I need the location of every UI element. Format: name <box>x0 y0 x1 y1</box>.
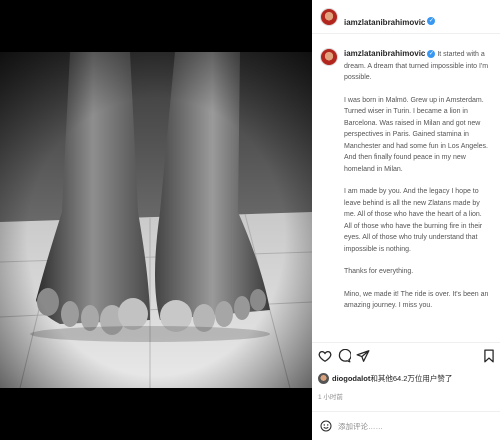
paper-plane-icon[interactable] <box>356 349 370 363</box>
caption-paragraph: Mino, we made it! The ride is over. It's… <box>344 290 489 310</box>
verified-badge-icon: ✓ <box>427 16 436 25</box>
post-image-panel <box>0 0 312 440</box>
comment-bar <box>312 411 500 440</box>
post-timestamp: 1 小时前 <box>318 394 343 401</box>
smiley-icon[interactable] <box>320 420 332 432</box>
liker-username[interactable]: diogodalot <box>332 374 370 383</box>
caption-username[interactable]: iamzlatanibrahimovic <box>344 49 425 58</box>
action-bar <box>312 342 500 368</box>
comment-icon[interactable] <box>337 349 351 363</box>
caption-area: iamzlatanibrahimovic ✓ It started with a … <box>312 34 500 342</box>
author-avatar[interactable] <box>320 8 338 26</box>
caption-paragraph: I am made by you. And the legacy I hope … <box>344 188 483 253</box>
verified-badge-icon: ✓ <box>427 50 436 59</box>
post-sidebar: iamzlatanibrahimovic ✓ iamzlatanibrahimov… <box>312 0 500 440</box>
heart-icon[interactable] <box>318 349 332 363</box>
likes-line: diogodalot和其他64.2万位用户赞了 <box>318 372 498 386</box>
author-username[interactable]: iamzlatanibrahimovic <box>344 18 425 27</box>
bookmark-icon[interactable] <box>482 349 496 363</box>
caption-paragraph: I was born in Malmö. Grew up in Amsterda… <box>344 96 488 173</box>
caption-text: iamzlatanibrahimovic ✓ It started with a … <box>344 48 490 323</box>
liker-avatar[interactable] <box>318 373 329 384</box>
post-photo[interactable] <box>0 52 312 388</box>
caption-paragraph: Thanks for everything. <box>344 268 414 275</box>
post-header: iamzlatanibrahimovic ✓ <box>312 0 500 34</box>
likes-count-text[interactable]: 和其他64.2万位用户赞了 <box>370 374 452 383</box>
comment-input[interactable] <box>338 419 488 433</box>
caption-avatar[interactable] <box>320 48 338 66</box>
